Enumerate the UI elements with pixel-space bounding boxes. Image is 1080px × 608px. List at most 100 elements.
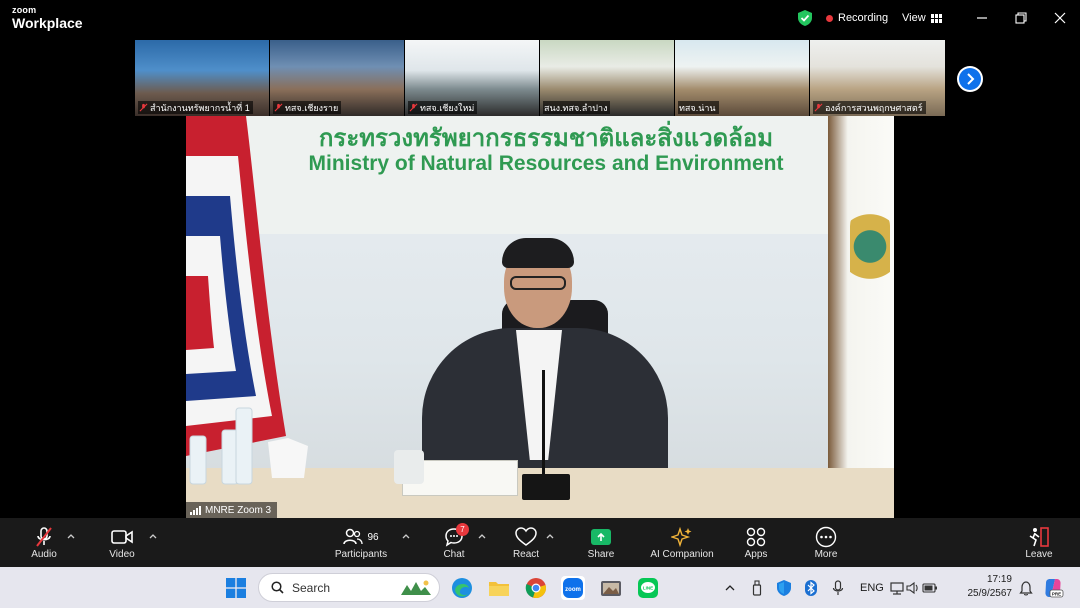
taskbar-line[interactable]: LINE [636,576,660,600]
windows-start-icon [226,578,246,598]
participant-thumbnail[interactable]: สำนักงานทรัพยากรน้ำที่ 1 [135,40,270,116]
zoom-workplace-logo: zoom Workplace [12,5,83,31]
notification-bell-icon [1019,581,1033,596]
tray-defender[interactable] [772,576,796,600]
grid-view-icon [930,13,942,23]
defender-shield-icon [777,580,791,596]
thumbnail-name-tag: สำนักงานทรัพยากรน้ำที่ 1 [138,101,253,114]
clock-time: 17:19 [986,574,1012,585]
zoom-app-icon: zoom [563,578,583,598]
thumbnail-name-tag: องค์การสวนพฤกษศาสตร์ [813,101,926,114]
tray-bluetooth[interactable] [799,576,823,600]
tissue-box [268,438,308,478]
clock-date: 25/9/2567 [967,588,1013,599]
taskbar-copilot[interactable]: PRE [1041,576,1065,600]
tray-notifications[interactable] [1014,576,1038,600]
search-icon [271,581,284,594]
recording-dot-icon [826,14,833,22]
copilot-icon: PRE [1045,579,1064,598]
thai-flag [186,116,286,456]
view-button[interactable]: View [902,12,942,24]
taskbar-file-explorer[interactable] [487,576,511,600]
participants-button[interactable]: 96 Participants [321,526,401,560]
thumbnail-name: ทสจ.เชียงใหม่ [420,102,475,113]
leave-button[interactable]: Leave [999,526,1079,560]
meeting-toolbar: Audio Video 96 Participants 7 Chat React… [0,518,1080,567]
heart-icon [515,527,537,546]
logo-text-top: zoom [12,5,37,15]
react-options-chevron-up-icon[interactable] [545,532,555,540]
participants-options-chevron-up-icon[interactable] [401,532,411,540]
edge-browser-icon [452,578,472,598]
ai-sparkle-icon [671,526,692,548]
folder-icon [489,582,509,596]
thumbnail-name-tag: สนง.ทสจ.ลำปาง [543,101,611,114]
recording-indicator[interactable]: Recording [826,12,888,24]
recording-label: Recording [838,12,889,24]
minimize-icon [977,17,987,19]
show-hidden-icons-button[interactable] [718,576,742,600]
participant-thumbnail[interactable]: ทสจ.น่าน [675,40,810,116]
chrome-browser-icon [525,578,546,598]
active-speaker-name: MNRE Zoom 3 [205,504,272,516]
audio-label: Audio [31,549,57,560]
wall-text-english: Ministry of Natural Resources and Enviro… [308,152,784,175]
line-app-icon: LINE [638,578,658,598]
chat-unread-badge: 7 [456,523,469,536]
search-highlight-icon [401,580,431,595]
svg-text:LINE: LINE [643,586,653,591]
thumbnail-name: สนง.ทสจ.ลำปาง [544,102,608,113]
active-speaker-video[interactable]: กระทรวงทรัพยากรธรรมชาติและสิ่งแวดล้อม Mi… [186,116,894,518]
start-button[interactable] [224,576,248,600]
taskbar-edge[interactable] [450,576,474,600]
right-curtain [828,116,894,518]
taskbar-clock[interactable]: 17:19 25/9/2567 [962,573,1013,601]
water-bottles [189,407,253,485]
share-label: Share [587,549,615,560]
taskbar-photos[interactable] [599,576,623,600]
photo-viewer-icon [601,581,621,596]
title-bar: zoom Workplace Recording View [0,0,1080,38]
thumbnail-name-tag: ทสจ.เชียงใหม่ [408,101,478,114]
tray-microphone[interactable] [826,576,850,600]
participant-thumbnail[interactable]: องค์การสวนพฤกษศาสตร์ [810,40,945,116]
mic-muted-icon [36,527,52,547]
view-label: View [902,12,926,24]
minimize-button[interactable] [972,8,992,28]
tray-usb[interactable] [745,576,769,600]
svg-text:zoom: zoom [565,587,581,593]
next-page-button[interactable] [957,66,983,92]
chevron-right-icon [967,73,975,85]
microphone-stand [542,370,545,480]
close-button[interactable] [1050,8,1070,28]
more-label: More [814,549,838,560]
network-icon [890,582,904,595]
leave-door-icon [1029,527,1049,547]
participant-thumbnail[interactable]: สนง.ทสจ.ลำปาง [540,40,675,116]
microphone-base [522,474,570,500]
chat-label: Chat [443,549,465,560]
more-button[interactable]: More [786,526,866,560]
taskbar-search[interactable]: Search [258,573,440,602]
input-language[interactable]: ENG [860,582,884,594]
video-label: Video [109,549,135,560]
video-camera-icon [111,530,133,544]
share-button[interactable]: Share [561,526,641,560]
logo-text-bottom: Workplace [12,15,83,31]
battery-icon [922,583,937,593]
audio-options-chevron-up-icon[interactable] [66,532,76,540]
security-shield-icon[interactable] [798,10,812,26]
taskbar-chrome[interactable] [524,576,548,600]
video-options-chevron-up-icon[interactable] [148,532,158,540]
participant-thumbnail[interactable]: ทสจ.เชียงใหม่ [405,40,540,116]
taskbar-zoom[interactable]: zoom [561,576,585,600]
tray-quick-settings[interactable] [890,576,938,600]
ai-companion-label: AI Companion [650,549,714,560]
participants-label: Participants [334,549,388,560]
restore-button[interactable] [1011,8,1031,28]
ai-companion-button[interactable]: AI Companion [642,526,722,560]
thumbnail-name: ทสจ.เชียงราย [285,102,339,113]
speaker-hair [502,238,574,268]
apps-button[interactable]: Apps [716,526,796,560]
participant-thumbnail[interactable]: ทสจ.เชียงราย [270,40,405,116]
